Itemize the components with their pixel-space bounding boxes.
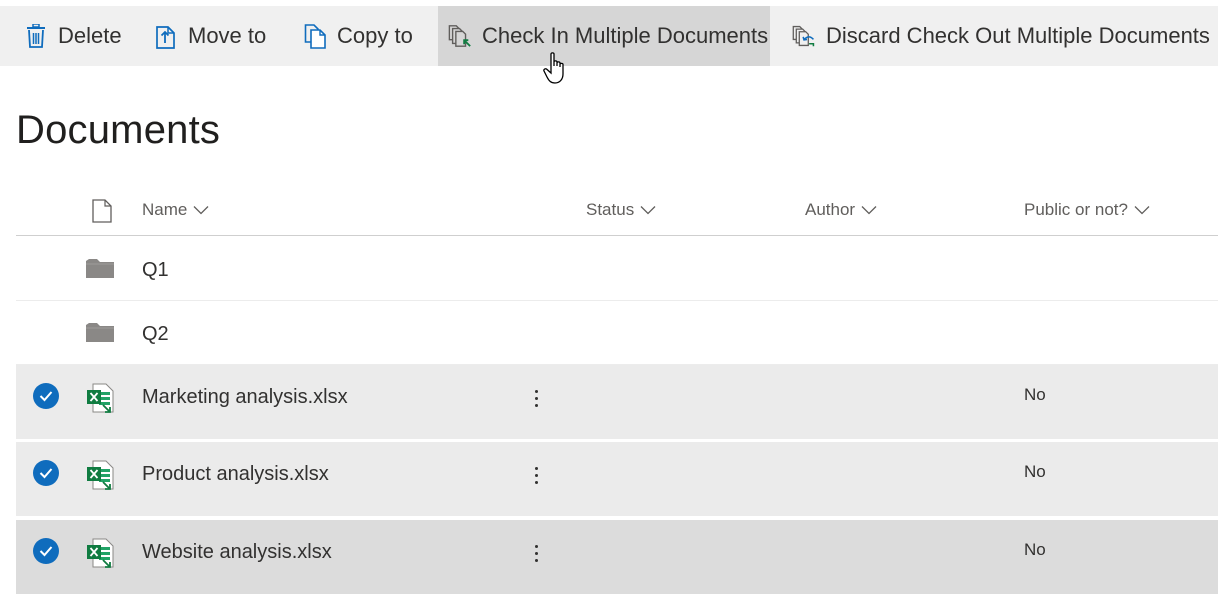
folder-icon	[86, 257, 114, 284]
item-name[interactable]: Product analysis.xlsx	[142, 463, 329, 486]
list-item-folder[interactable]: Q1	[16, 237, 1218, 301]
copy-to-label: Copy to	[337, 23, 413, 48]
file-type-icon[interactable]	[92, 199, 112, 228]
check-in-multiple-label: Check In Multiple Documents	[482, 23, 769, 48]
list-item-selected[interactable]: Product analysis.xlsx No	[16, 442, 1218, 518]
column-name-label: Name	[142, 200, 188, 219]
more-actions-icon[interactable]	[528, 460, 544, 490]
command-bar: Delete Move to Copy to Check In Multiple…	[0, 6, 1218, 66]
column-header-public[interactable]: Public or not?	[1024, 200, 1150, 220]
column-header-row: Name Status Author Public or not?	[16, 186, 1218, 236]
column-header-author[interactable]: Author	[805, 200, 877, 220]
chevron-down-icon	[193, 205, 209, 215]
move-document-icon	[154, 22, 178, 50]
list-item-selected[interactable]: Website analysis.xlsx No	[16, 520, 1218, 596]
excel-file-icon	[86, 383, 114, 418]
hand-cursor-icon	[543, 52, 569, 86]
selected-checkmark-icon[interactable]	[33, 460, 59, 486]
public-value: No	[1024, 540, 1046, 559]
selected-checkmark-icon[interactable]	[33, 383, 59, 409]
move-to-button[interactable]: Move to	[154, 6, 266, 66]
chevron-down-icon	[640, 205, 656, 215]
column-header-name[interactable]: Name	[142, 200, 209, 220]
more-actions-icon[interactable]	[528, 538, 544, 568]
item-name[interactable]: Q2	[142, 323, 169, 346]
move-to-label: Move to	[188, 23, 267, 48]
trash-icon	[24, 22, 48, 50]
column-author-label: Author	[805, 200, 856, 219]
page-title: Documents	[16, 108, 221, 152]
list-item-selected[interactable]: Marketing analysis.xlsx No	[16, 365, 1218, 441]
discard-check-out-multiple-label: Discard Check Out Multiple Documents	[826, 23, 1210, 48]
item-name[interactable]: Website analysis.xlsx	[142, 541, 332, 564]
excel-file-icon	[86, 538, 114, 573]
check-in-multiple-button[interactable]: Check In Multiple Documents	[438, 6, 770, 66]
public-value: No	[1024, 385, 1046, 404]
more-actions-icon[interactable]	[528, 383, 544, 413]
list-item-folder[interactable]: Q2	[16, 301, 1218, 365]
copy-document-icon	[303, 22, 327, 50]
discard-check-out-multiple-button[interactable]: Discard Check Out Multiple Documents	[792, 6, 1210, 66]
excel-file-icon	[86, 460, 114, 495]
column-status-label: Status	[586, 200, 635, 219]
column-public-label: Public or not?	[1024, 200, 1128, 219]
selected-checkmark-icon[interactable]	[33, 538, 59, 564]
delete-label: Delete	[58, 23, 122, 48]
public-value: No	[1024, 462, 1046, 481]
delete-button[interactable]: Delete	[24, 6, 122, 66]
column-header-status[interactable]: Status	[586, 200, 656, 220]
copy-to-button[interactable]: Copy to	[303, 6, 413, 66]
check-in-icon	[448, 22, 472, 50]
item-name[interactable]: Q1	[142, 259, 169, 282]
item-name[interactable]: Marketing analysis.xlsx	[142, 386, 348, 409]
folder-icon	[86, 321, 114, 348]
chevron-down-icon	[861, 205, 877, 215]
discard-check-out-icon	[792, 22, 816, 50]
chevron-down-icon	[1134, 205, 1150, 215]
